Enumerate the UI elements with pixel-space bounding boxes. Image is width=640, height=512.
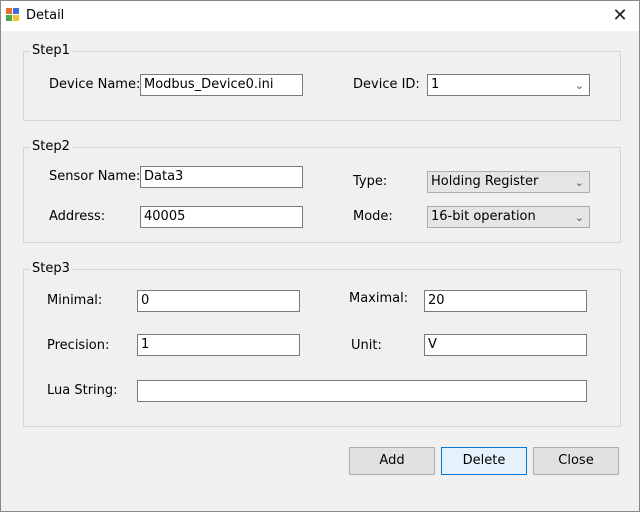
close-button[interactable]: Close [533, 447, 619, 475]
lua-string-label: Lua String: [47, 383, 118, 398]
chevron-down-icon: ⌄ [574, 176, 584, 189]
type-label: Type: [353, 174, 388, 189]
mode-label: Mode: [353, 209, 393, 224]
device-id-value: 1 [431, 77, 440, 92]
step2-group: Step2 [23, 139, 621, 243]
sensor-name-field[interactable]: Data3 [140, 166, 303, 188]
app-icon [6, 8, 20, 22]
device-id-combobox[interactable]: 1 ⌄ [427, 74, 590, 96]
unit-label: Unit: [351, 338, 382, 353]
chevron-down-icon: ⌄ [574, 211, 584, 224]
window-title: Detail [26, 8, 65, 23]
sensor-name-label: Sensor Name: [49, 169, 141, 184]
close-icon[interactable]: ✕ [609, 5, 631, 27]
precision-field[interactable]: 1 [137, 334, 300, 356]
title-bar: Detail ✕ [1, 1, 639, 31]
mode-value: 16-bit operation [431, 209, 536, 224]
detail-window: Detail ✕ Step1 Device Name: Modbus_Devic… [0, 0, 640, 512]
minimal-field[interactable]: 0 [137, 290, 300, 312]
address-label: Address: [49, 209, 106, 224]
chevron-down-icon: ⌄ [574, 79, 584, 92]
step3-title: Step3 [30, 261, 72, 276]
address-field[interactable]: 40005 [140, 206, 303, 228]
lua-string-field[interactable] [137, 380, 587, 402]
unit-field[interactable]: V [424, 334, 587, 356]
device-name-label: Device Name: [49, 77, 141, 92]
step2-title: Step2 [30, 139, 72, 154]
mode-combobox[interactable]: 16-bit operation ⌄ [427, 206, 590, 228]
step1-title: Step1 [30, 43, 72, 58]
precision-label: Precision: [47, 338, 110, 353]
maximal-label: Maximal: [349, 291, 409, 306]
delete-button[interactable]: Delete [441, 447, 527, 475]
type-value: Holding Register [431, 174, 539, 189]
device-id-label: Device ID: [353, 77, 420, 92]
add-button[interactable]: Add [349, 447, 435, 475]
minimal-label: Minimal: [47, 293, 103, 308]
device-name-field[interactable]: Modbus_Device0.ini [140, 74, 303, 96]
type-combobox[interactable]: Holding Register ⌄ [427, 171, 590, 193]
maximal-field[interactable]: 20 [424, 290, 587, 312]
